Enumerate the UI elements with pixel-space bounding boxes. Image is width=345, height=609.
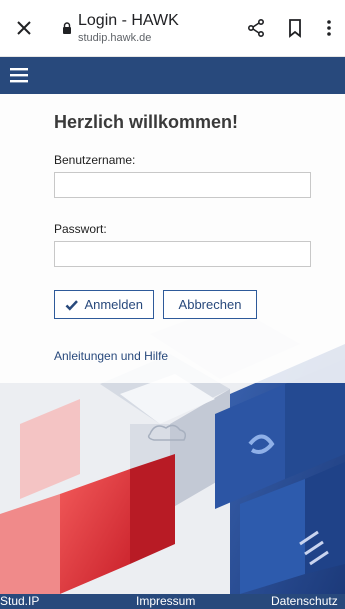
app-header	[0, 57, 345, 94]
cancel-button[interactable]: Abbrechen	[163, 290, 257, 319]
login-button[interactable]: Anmelden	[54, 290, 154, 319]
lock-icon	[63, 22, 71, 34]
password-field[interactable]	[54, 241, 311, 267]
footer-bar: Stud.IP Impressum Datenschutz	[0, 594, 345, 609]
more-icon[interactable]	[324, 18, 334, 38]
footer-link-studip[interactable]: Stud.IP	[0, 594, 39, 609]
close-icon[interactable]	[14, 18, 34, 38]
username-field[interactable]	[54, 172, 311, 198]
url-text[interactable]: studip.hawk.de	[78, 32, 151, 44]
footer-link-impressum[interactable]: Impressum	[136, 594, 195, 609]
share-icon[interactable]	[246, 18, 266, 38]
login-button-label: Anmelden	[84, 297, 143, 312]
browser-toolbar: Login - HAWK studip.hawk.de	[0, 0, 345, 57]
username-label: Benutzername:	[54, 153, 136, 167]
help-link[interactable]: Anleitungen und Hilfe	[54, 349, 168, 363]
password-label: Passwort:	[54, 222, 107, 236]
hamburger-menu-icon[interactable]	[10, 67, 28, 83]
login-panel	[0, 94, 345, 383]
welcome-heading: Herzlich willkommen!	[54, 112, 239, 132]
cancel-button-label: Abbrechen	[178, 297, 242, 312]
bookmark-icon[interactable]	[287, 18, 303, 38]
checkmark-icon	[65, 299, 78, 311]
footer-link-datenschutz[interactable]: Datenschutz	[271, 594, 338, 609]
page-title[interactable]: Login - HAWK	[78, 12, 179, 30]
